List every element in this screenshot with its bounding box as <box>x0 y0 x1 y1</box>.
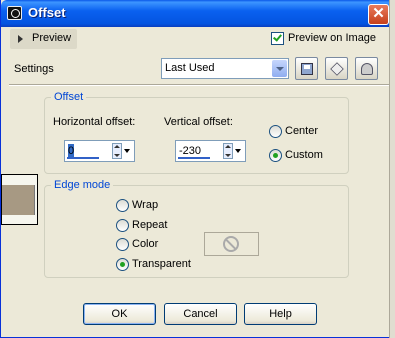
settings-dropdown[interactable]: Last Used <box>161 58 289 79</box>
preset-icon <box>361 63 373 75</box>
camera-icon <box>7 6 22 20</box>
preview-on-image-label: Preview on Image <box>288 32 377 44</box>
color-radio[interactable] <box>116 238 129 251</box>
reset-button[interactable] <box>325 57 348 80</box>
horizontal-offset-value: 0 <box>68 145 75 157</box>
wrap-radio[interactable] <box>116 199 129 212</box>
title-bar[interactable]: Offset ✕ <box>1 0 395 27</box>
checkmark-icon <box>273 32 282 42</box>
center-radio-label: Center <box>285 125 319 137</box>
help-button[interactable]: Help <box>244 303 317 325</box>
color-radio-label: Color <box>132 238 159 250</box>
spin-arrows-icon[interactable] <box>112 143 122 159</box>
input-underline <box>178 157 210 159</box>
preview-swatch <box>1 174 38 225</box>
horizontal-offset-input[interactable]: 0 <box>64 140 135 162</box>
repeat-radio-label: Repeat <box>132 219 168 231</box>
transparent-radio[interactable] <box>116 258 129 271</box>
preview-toggle-label: Preview <box>32 32 72 44</box>
edge-color-picker[interactable] <box>204 232 259 256</box>
center-radio[interactable] <box>269 125 282 138</box>
vertical-offset-input[interactable]: -230 <box>175 140 246 162</box>
offset-dialog: Offset ✕ Preview Preview on Image Settin… <box>0 0 395 338</box>
vertical-offset-label: Vertical offset: <box>164 116 233 128</box>
cube-icon <box>330 62 344 76</box>
save-preset-button[interactable] <box>295 57 318 80</box>
checkbox-box[interactable] <box>271 32 284 45</box>
close-button[interactable]: ✕ <box>368 4 389 25</box>
settings-label: Settings <box>14 63 54 75</box>
preview-toggle-button[interactable]: Preview <box>10 29 77 49</box>
settings-value: Last Used <box>165 62 215 74</box>
repeat-radio[interactable] <box>116 219 129 232</box>
chevron-down-icon[interactable] <box>234 143 244 159</box>
window-title: Offset <box>28 5 66 20</box>
vertical-offset-value: -230 <box>179 145 202 157</box>
ok-button[interactable]: OK <box>83 303 156 325</box>
triangle-right-icon <box>18 35 23 43</box>
cancel-button[interactable]: Cancel <box>164 303 237 325</box>
transparent-radio-label: Transparent <box>132 258 191 270</box>
edge-mode-group: Edge mode <box>44 179 349 278</box>
chevron-down-icon[interactable] <box>123 143 133 159</box>
preset-manager-button[interactable] <box>355 57 378 80</box>
edge-mode-legend: Edge mode <box>51 179 114 191</box>
offset-legend: Offset <box>51 91 87 103</box>
spin-arrows-icon[interactable] <box>223 143 233 159</box>
swatch-color <box>2 185 35 215</box>
floppy-disk-icon <box>301 63 313 75</box>
wrap-radio-label: Wrap <box>132 199 159 211</box>
chevron-down-icon[interactable] <box>272 60 287 77</box>
divider <box>9 84 389 86</box>
input-underline <box>67 157 99 159</box>
horizontal-offset-label: Horizontal offset: <box>53 116 136 128</box>
window-edge <box>389 0 395 338</box>
custom-radio-label: Custom <box>285 149 323 161</box>
no-entry-icon <box>223 236 239 252</box>
custom-radio[interactable] <box>269 149 282 162</box>
